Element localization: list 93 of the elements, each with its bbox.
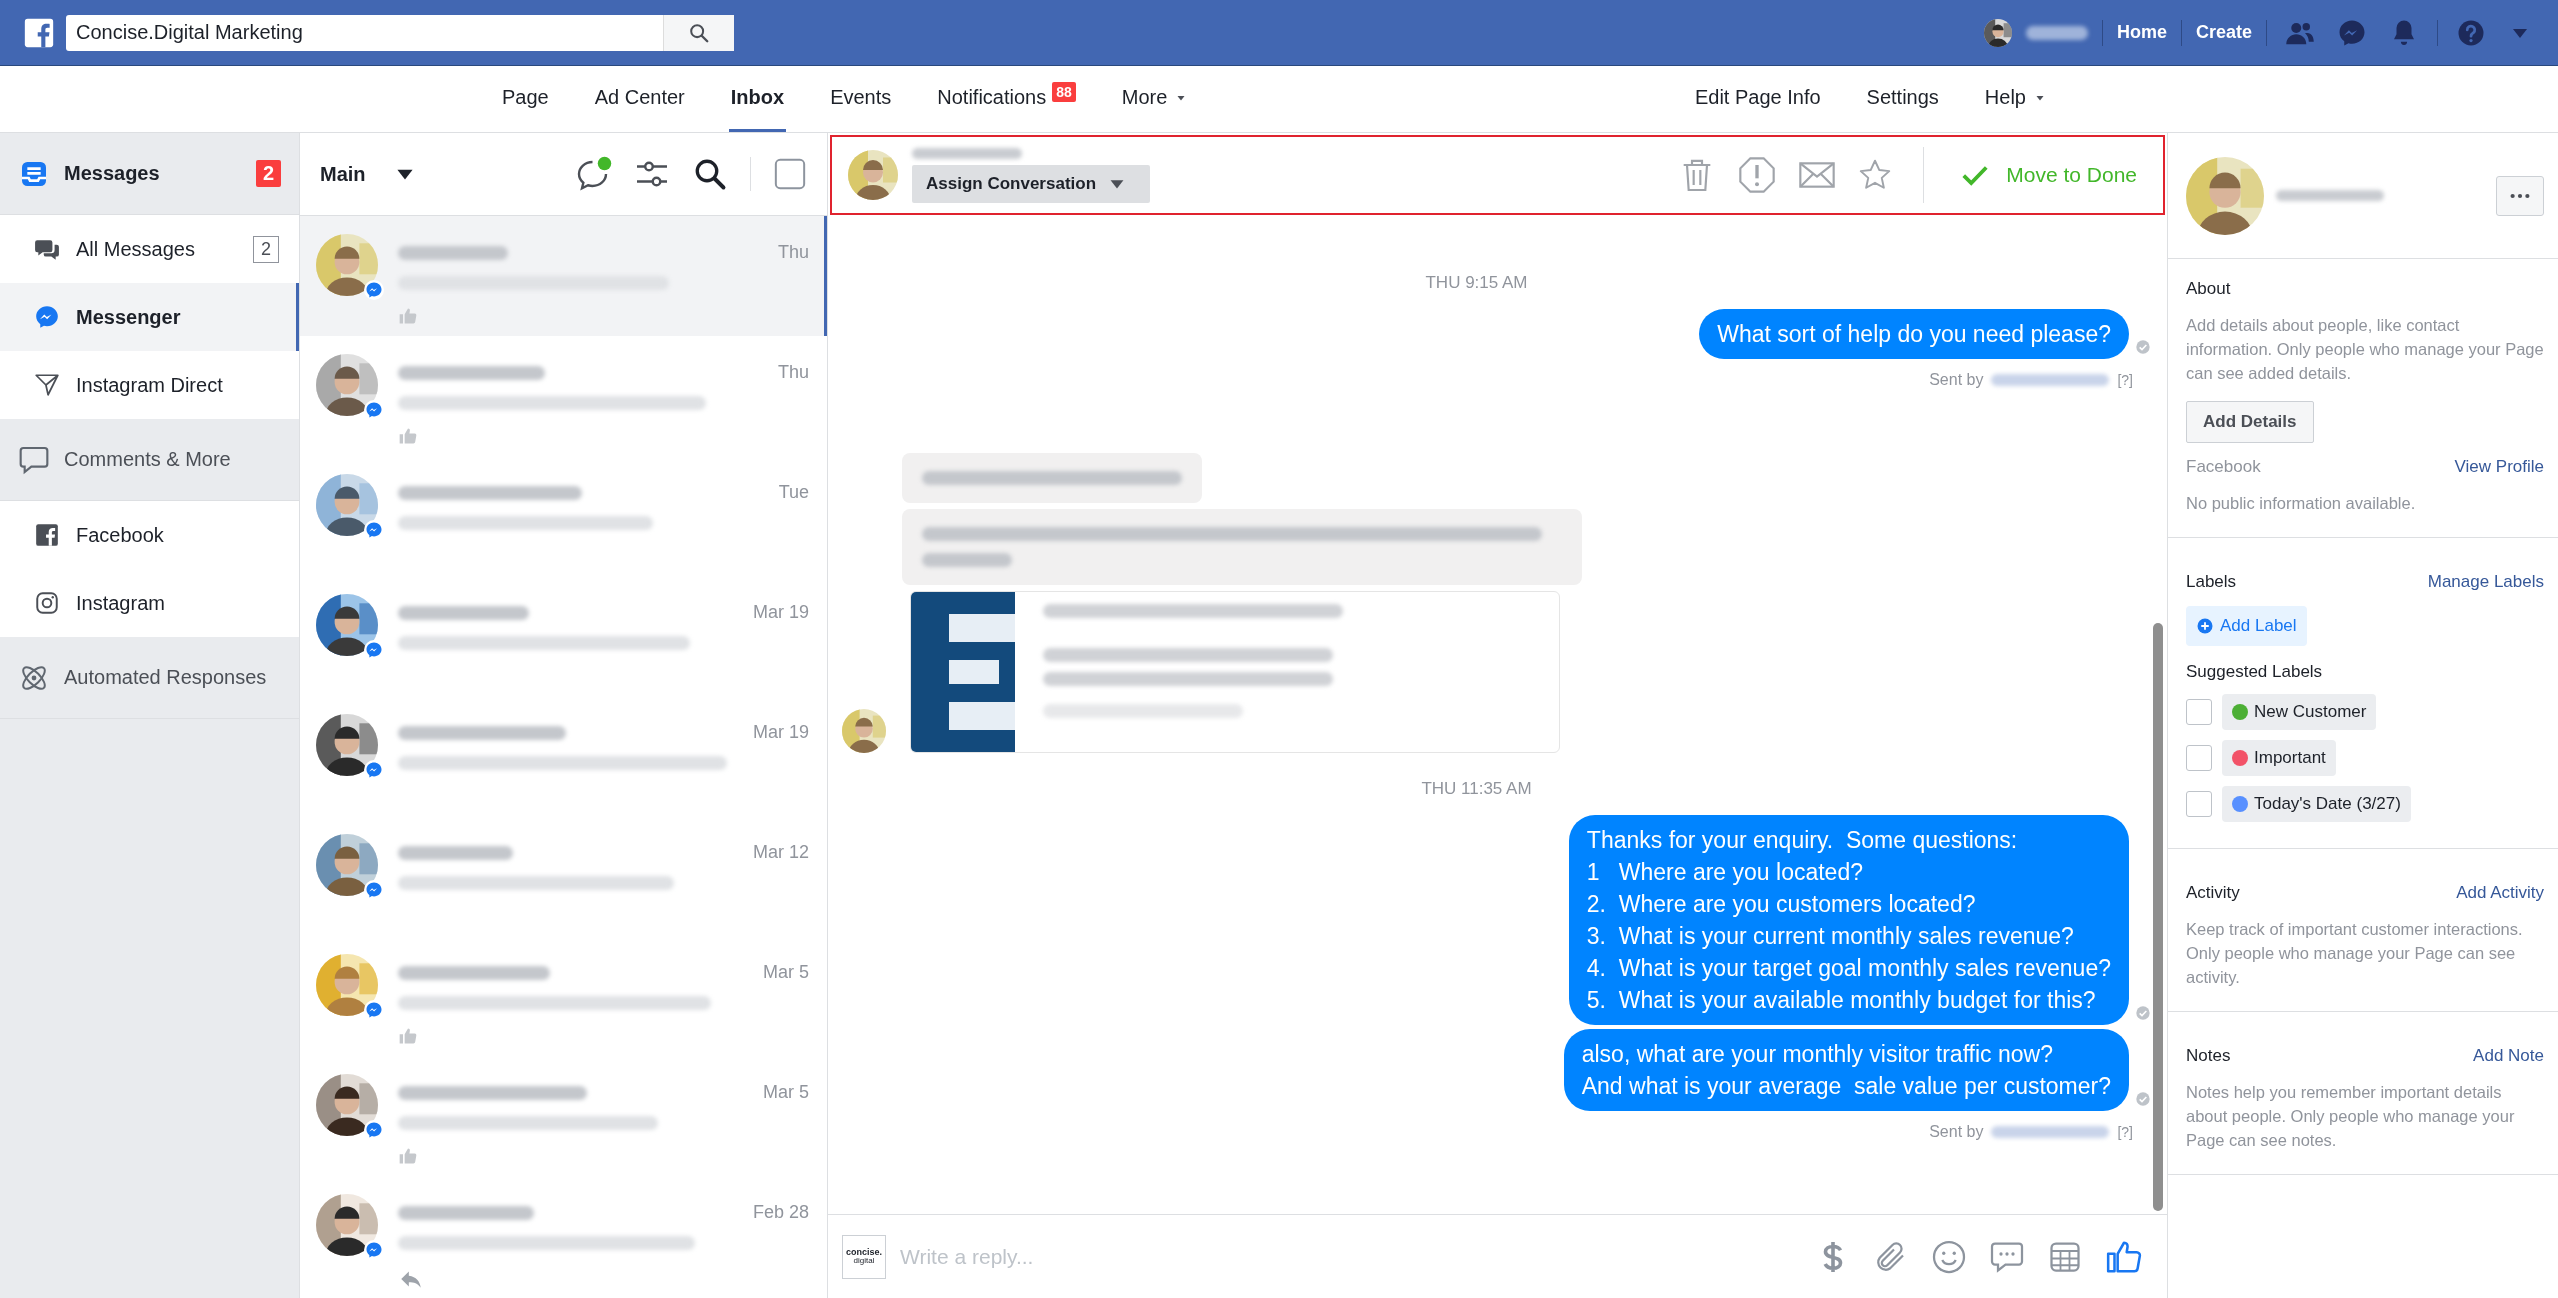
messenger-badge-icon <box>365 401 383 419</box>
section-description: Notes help you remember important details about people. Only people who manage your Page can see notes. <box>2186 1082 2516 1151</box>
conversation-date: Mar 5 <box>763 961 809 984</box>
new-message-icon[interactable] <box>576 156 612 192</box>
section-title: Labels <box>2186 572 2237 592</box>
messenger-badge-icon <box>365 1241 383 1259</box>
label-checkbox[interactable] <box>2186 745 2212 771</box>
page-tab[interactable]: Ad Center <box>592 66 687 132</box>
label-checkbox[interactable] <box>2186 791 2212 817</box>
message-bubble: What sort of help do you need please? <box>1699 309 2129 359</box>
select-all-checkbox[interactable] <box>773 157 807 191</box>
sidebar-item[interactable]: Facebook <box>0 501 299 569</box>
like-icon <box>398 426 418 446</box>
more-icon <box>2510 192 2530 199</box>
add-details-button[interactable]: Add Details <box>2186 401 2314 443</box>
section-title: Suggested Labels <box>2186 662 2324 682</box>
section-title: About <box>2186 279 2232 299</box>
add-icon <box>2196 617 2214 635</box>
like-icon <box>398 1026 418 1046</box>
section-link[interactable]: Add Note <box>2473 1046 2544 1066</box>
page-tab[interactable]: Edit Page Info <box>1692 66 1823 132</box>
conversation-date: Mar 12 <box>752 841 809 864</box>
label-chip[interactable]: New Customer <box>2222 694 2377 730</box>
blurred-text <box>2025 25 2088 40</box>
conversation-date: Mar 19 <box>752 721 809 744</box>
nav-link[interactable]: Home <box>2116 22 2167 43</box>
sent-by-label: Sent by <box>1929 1123 1984 1141</box>
messenger-icon <box>34 304 60 330</box>
add-label-button[interactable]: Add Label <box>2186 606 2307 646</box>
messenger-badge-icon <box>365 521 383 539</box>
page-logo: concise. digital <box>842 1234 886 1279</box>
assign-conversation-button[interactable]: Assign Conversation <box>912 164 1150 203</box>
conversation-date: Mar 5 <box>763 1081 809 1104</box>
search-icon[interactable] <box>688 21 710 44</box>
page-tab[interactable]: Settings <box>1864 66 1941 132</box>
page-tab[interactable]: Help <box>1982 66 2048 132</box>
spam-icon[interactable] <box>1737 155 1778 195</box>
manage-labels-link[interactable]: Manage Labels <box>2427 572 2544 592</box>
scrollbar[interactable] <box>2153 623 2163 1211</box>
sidebar-item[interactable]: Automated Responses <box>0 637 299 719</box>
message-bubble: also, what are your monthly visitor traffic now? And what is your average sale value per customer? <box>1563 1029 2129 1111</box>
conversation-date: Tue <box>778 481 809 504</box>
message-timestamp: THU 9:15 AM <box>1424 273 1529 293</box>
page-tab[interactable]: More <box>1119 66 1190 132</box>
label-chip[interactable]: Today's Date (3/27) <box>2222 786 2411 822</box>
fb-icon <box>34 522 60 548</box>
section-link[interactable]: Add Activity <box>2456 883 2544 903</box>
emoji-icon[interactable] <box>1931 1238 1967 1275</box>
messenger-badge-icon <box>365 641 383 659</box>
nav-link[interactable]: Create <box>2195 22 2252 43</box>
page-tab[interactable]: Inbox <box>728 66 787 132</box>
section-title: Notes <box>2186 1046 2231 1066</box>
sent-by-label: Sent by <box>1929 371 1984 389</box>
message-bubble: Thanks for your enquiry. Some questions: 1 Where are you located? 2. Where are you customers located? 3. What is your current monthly sales revenue? 4. What is your target goal monthly sales revenue? 5. What is your available monthly budget for this? <box>1568 815 2129 1025</box>
like-icon <box>398 306 418 326</box>
messenger-badge-icon <box>365 881 383 899</box>
sidebar-item[interactable]: Instagram <box>0 569 299 637</box>
label-chip[interactable]: Important <box>2222 740 2336 776</box>
conversation-date: Mar 19 <box>752 601 809 624</box>
section-description: Keep track of important customer interactions. Only people who manage your Page can see activity. <box>2186 919 2524 988</box>
seen-icon <box>2135 339 2151 355</box>
sidebar-item[interactable]: Instagram Direct <box>0 351 299 419</box>
message-count: 2 <box>253 235 279 263</box>
message-timestamp: THU 11:35 AM <box>1420 779 1533 799</box>
plane-icon <box>34 372 60 398</box>
notification-count: 88 <box>1052 81 1076 102</box>
seen-icon <box>2135 1091 2151 1107</box>
like-icon <box>398 1146 418 1166</box>
source-label: Facebook <box>2186 457 2261 477</box>
logo-icon <box>911 592 1015 752</box>
folder-dropdown[interactable]: Main <box>320 161 418 187</box>
messenger-badge-icon <box>365 281 383 299</box>
page-tab[interactable]: Notifications 88 <box>935 66 1078 132</box>
unread-count: 2 <box>255 160 281 187</box>
conversation-date: Thu <box>777 241 809 264</box>
messenger-badge-icon <box>365 1001 383 1019</box>
label-checkbox[interactable] <box>2186 699 2212 725</box>
sidebar-item[interactable]: Messenger <box>0 283 299 351</box>
page-tab[interactable]: Page <box>500 66 551 132</box>
info-note: No public information available. <box>2186 493 2417 514</box>
seen-icon <box>2135 1005 2151 1021</box>
search-field[interactable]: Concise.Digital Marketing <box>66 14 734 51</box>
insta-icon <box>34 590 60 616</box>
conversation-date: Feb 28 <box>752 1201 809 1224</box>
conversation-date: Thu <box>777 361 809 384</box>
page-tab[interactable]: Events <box>828 66 894 132</box>
messenger-badge-icon <box>365 761 383 779</box>
section-description: Add details about people, like contact information. Only people who manage your Page can see added details. <box>2186 315 2544 384</box>
messenger-badge-icon <box>365 1121 383 1139</box>
more-options-button[interactable] <box>2496 175 2544 216</box>
sidebar-item[interactable]: All Messages 2 <box>0 215 299 283</box>
section-title: Activity <box>2186 883 2240 903</box>
view-profile-link[interactable]: View Profile <box>2454 457 2544 477</box>
